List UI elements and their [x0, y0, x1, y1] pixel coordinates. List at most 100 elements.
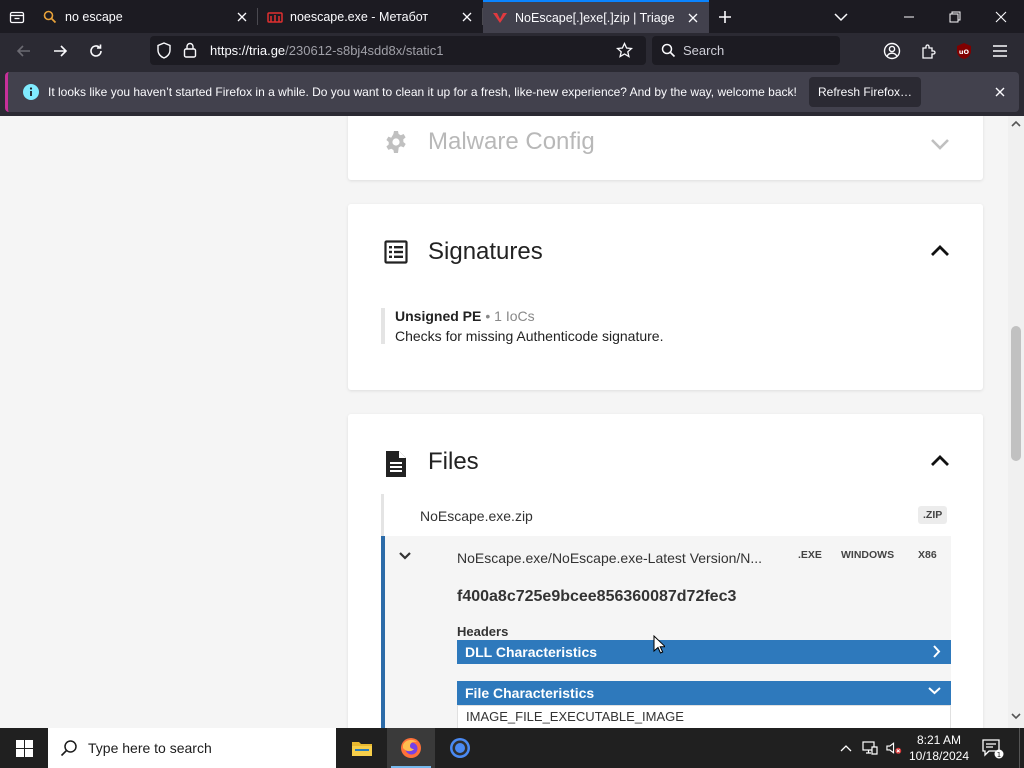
- file-name[interactable]: NoEscape.exe/NoEscape.exe-Latest Version…: [457, 550, 762, 566]
- search-icon: [661, 43, 676, 58]
- file-type-badge: .ZIP: [918, 506, 948, 524]
- files-card: Files NoEscape.exe.zip .ZIP NoEscape.exe…: [348, 414, 983, 728]
- network-icon[interactable]: [862, 740, 878, 756]
- navigation-toolbar: https://tria.ge/230612-s8bj4sdd8x/static…: [0, 33, 1024, 68]
- file-explorer-icon: [352, 742, 372, 756]
- forward-arrow-icon: [54, 45, 68, 57]
- dll-characteristics-section[interactable]: DLL Characteristics: [457, 640, 951, 664]
- file-type-badge: .EXE: [798, 549, 822, 561]
- tracking-protection-icon[interactable]: [156, 42, 172, 59]
- close-tab-icon[interactable]: [683, 8, 703, 28]
- extensions-button[interactable]: [914, 37, 942, 65]
- bookmark-star-icon[interactable]: [616, 42, 633, 59]
- file-hash: f400a8c725e9bcee856360087d72fec3: [457, 588, 737, 605]
- close-tab-icon[interactable]: [232, 7, 252, 27]
- close-icon: [995, 11, 1007, 22]
- start-button[interactable]: [0, 728, 48, 768]
- plus-icon: [719, 11, 731, 23]
- metabot-icon: [267, 9, 283, 25]
- action-center-button[interactable]: 1: [980, 736, 1004, 760]
- collapse-signatures-button[interactable]: [928, 239, 952, 263]
- tab-triage[interactable]: NoEscape[.]exe[.]zip | Triage: [483, 0, 709, 33]
- scrollbar-thumb[interactable]: [1011, 326, 1021, 461]
- show-desktop-button[interactable]: [1019, 728, 1024, 768]
- close-window-button[interactable]: [978, 0, 1024, 33]
- collapse-files-button[interactable]: [928, 449, 952, 473]
- section-label: DLL Characteristics: [465, 644, 598, 660]
- address-bar[interactable]: https://tria.ge/230612-s8bj4sdd8x/static…: [150, 36, 646, 65]
- architecture-badge: X86: [918, 549, 937, 561]
- platform-badge: WINDOWS: [841, 549, 895, 561]
- app-menu-button[interactable]: [986, 37, 1014, 65]
- reload-button[interactable]: [82, 37, 110, 65]
- tab-title: no escape: [65, 9, 123, 24]
- clock-time: 8:21 AM: [916, 733, 962, 747]
- volume-muted-icon[interactable]: [886, 740, 902, 756]
- firefox-icon: [401, 738, 421, 758]
- malware-config-title: Malware Config: [428, 128, 595, 155]
- back-button[interactable]: [10, 37, 38, 65]
- chevron-up-icon: [931, 455, 949, 466]
- lock-icon[interactable]: [183, 42, 197, 58]
- file-icon: [384, 450, 408, 477]
- scroll-up-arrow-icon[interactable]: [1011, 120, 1021, 128]
- search-input[interactable]: Search: [652, 36, 840, 65]
- signatures-title: Signatures: [428, 238, 543, 265]
- firefox-view-icon: [9, 11, 24, 23]
- svg-text:uO: uO: [959, 48, 970, 56]
- mouse-cursor-icon: [653, 635, 665, 654]
- windows-logo-icon: [15, 739, 33, 757]
- signature-item[interactable]: Unsigned PE • 1 IoCs Checks for missing A…: [381, 308, 663, 344]
- account-icon: [883, 42, 901, 60]
- refresh-firefox-button[interactable]: Refresh Firefox…: [809, 77, 921, 107]
- forward-button[interactable]: [46, 37, 74, 65]
- puzzle-icon: [921, 43, 936, 59]
- files-header[interactable]: Files: [384, 448, 479, 477]
- taskbar-chrome[interactable]: [436, 728, 484, 768]
- close-tab-icon[interactable]: [457, 7, 477, 27]
- section-label: File Characteristics: [465, 685, 595, 701]
- file-row-executable: NoEscape.exe/NoEscape.exe-Latest Version…: [381, 536, 951, 728]
- chevron-down-icon: [931, 139, 949, 150]
- info-icon: [23, 84, 39, 100]
- taskbar-file-explorer[interactable]: [338, 728, 386, 768]
- url-path: /230612-s8bj4sdd8x/static1: [285, 43, 444, 58]
- system-clock[interactable]: 8:21 AM 10/18/2024: [906, 732, 972, 764]
- url-host: https://tria.ge: [210, 43, 286, 58]
- signatures-header[interactable]: Signatures: [384, 238, 543, 266]
- notification-bar: It looks like you haven’t started Firefo…: [0, 68, 1024, 116]
- firefox-view-button[interactable]: [0, 0, 33, 33]
- notification-icon: 1: [982, 739, 1004, 759]
- file-row-archive[interactable]: NoEscape.exe.zip .ZIP: [381, 494, 951, 536]
- gear-icon: [384, 130, 408, 154]
- ublock-origin-button[interactable]: uO: [950, 37, 978, 65]
- tab-no-escape[interactable]: no escape: [33, 0, 258, 33]
- search-icon: [60, 739, 78, 757]
- notification-count: 1: [997, 751, 1001, 759]
- file-characteristics-section[interactable]: File Characteristics: [457, 681, 951, 705]
- url-text[interactable]: https://tria.ge/230612-s8bj4sdd8x/static…: [210, 43, 443, 58]
- list-all-tabs-button[interactable]: [828, 5, 854, 29]
- close-notification-icon[interactable]: [991, 83, 1009, 101]
- chevron-down-icon[interactable]: [397, 548, 413, 564]
- malware-config-header[interactable]: Malware Config: [384, 128, 595, 156]
- page-scrollbar[interactable]: [1008, 116, 1024, 728]
- minimize-button[interactable]: [886, 0, 932, 33]
- chrome-icon: [450, 738, 470, 758]
- notification-message: It looks like you haven’t started Firefo…: [48, 85, 797, 99]
- taskbar-firefox[interactable]: [387, 728, 435, 768]
- ublock-origin-icon: uO: [957, 43, 971, 59]
- tab-metabot[interactable]: noescape.exe - Метабот: [258, 0, 483, 33]
- taskbar-search-input[interactable]: Type here to search: [48, 728, 336, 768]
- new-tab-button[interactable]: [712, 5, 738, 29]
- back-arrow-icon: [16, 45, 30, 57]
- account-button[interactable]: [878, 37, 906, 65]
- restore-icon: [949, 11, 961, 22]
- expand-malware-config-button[interactable]: [928, 132, 952, 156]
- tab-strip: no escape noescape.exe - Метабот NoEscap…: [0, 0, 1024, 33]
- restore-button[interactable]: [932, 0, 978, 33]
- scroll-down-arrow-icon[interactable]: [1011, 712, 1021, 720]
- tab-title: noescape.exe - Метабот: [290, 9, 429, 24]
- chevron-up-icon[interactable]: [838, 740, 854, 756]
- taskbar-search-placeholder: Type here to search: [88, 740, 212, 756]
